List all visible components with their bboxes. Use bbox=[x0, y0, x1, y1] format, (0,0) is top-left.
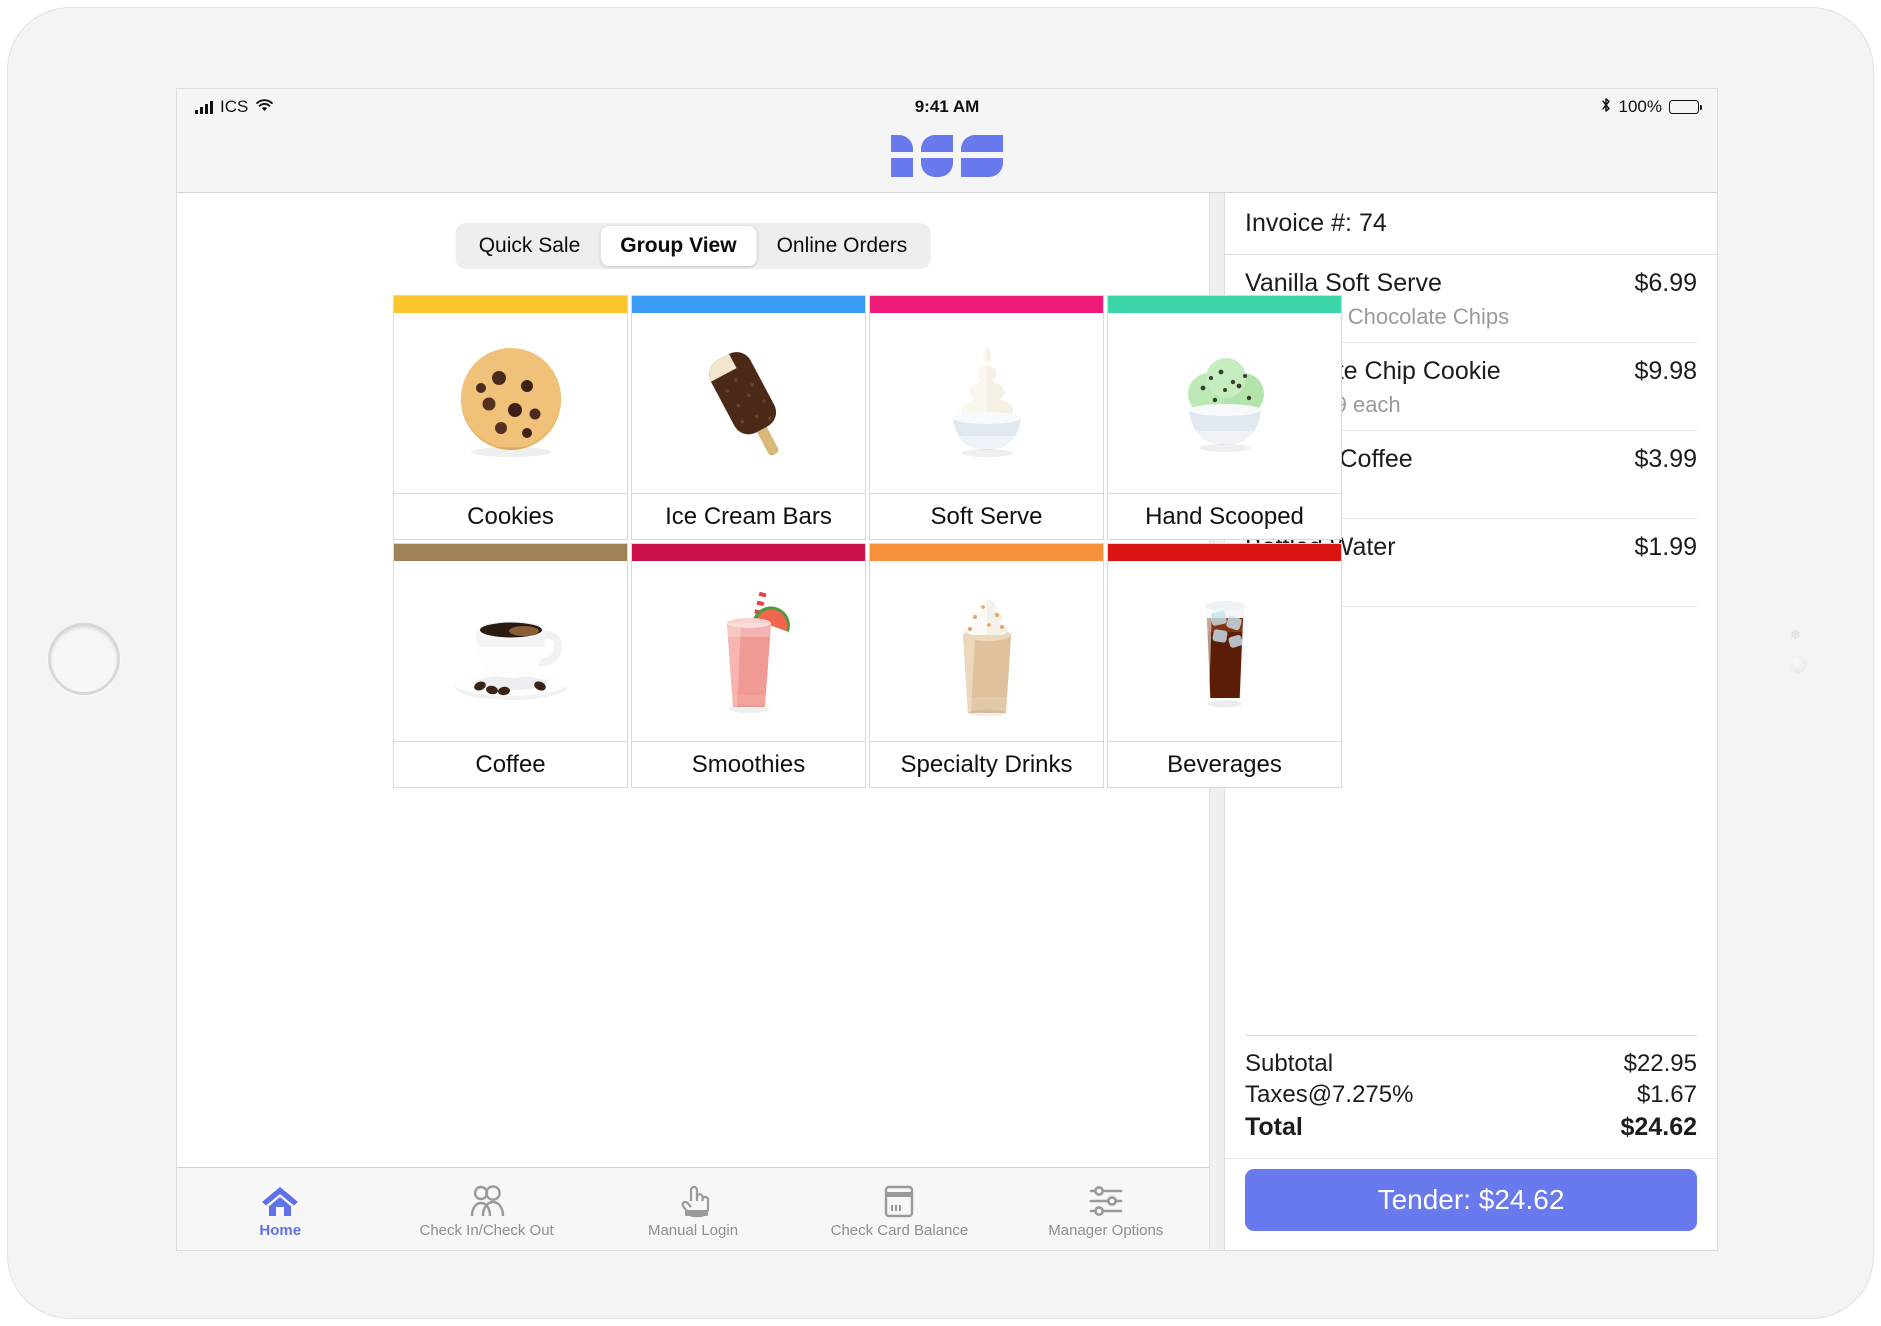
segment-online-orders[interactable]: Online Orders bbox=[757, 226, 928, 266]
tab-check-in-check-out[interactable]: Check In/Check Out bbox=[383, 1168, 589, 1251]
two-people-icon bbox=[467, 1181, 507, 1221]
invoice-item-price: $3.99 bbox=[1634, 445, 1697, 474]
tab-label: Check In/Check Out bbox=[419, 1223, 553, 1238]
category-tile-specialty-drinks[interactable]: Specialty Drinks bbox=[869, 543, 1104, 788]
tender-button-container: Tender: $24.62 bbox=[1225, 1158, 1717, 1251]
tab-label: Manual Login bbox=[648, 1223, 738, 1238]
category-label: Ice Cream Bars bbox=[632, 493, 865, 539]
invoice-item-price: $9.98 bbox=[1634, 357, 1697, 386]
main-body: Quick Sale Group View Online Orders bbox=[177, 193, 1717, 1251]
blended-whipped-drink-icon bbox=[870, 561, 1103, 741]
category-tile-cookies[interactable]: Cookies bbox=[393, 295, 628, 540]
view-mode-segmented-control[interactable]: Quick Sale Group View Online Orders bbox=[456, 223, 931, 269]
segment-quick-sale[interactable]: Quick Sale bbox=[459, 226, 601, 266]
category-tile-hand-scooped[interactable]: Hand Scooped bbox=[1107, 295, 1342, 540]
coffee-cup-saucer-icon bbox=[394, 561, 627, 741]
category-tile-smoothies[interactable]: Smoothies bbox=[631, 543, 866, 788]
front-camera-icon: ❄ bbox=[1789, 628, 1802, 641]
catalog-content: Quick Sale Group View Online Orders bbox=[177, 193, 1209, 1167]
tax-label: Taxes@7.275% bbox=[1245, 1079, 1413, 1111]
category-label: Cookies bbox=[394, 493, 627, 539]
ambient-light-sensor-icon bbox=[1790, 656, 1807, 673]
tab-label: Home bbox=[259, 1223, 301, 1238]
status-bar: ICS 9:41 AM 100% bbox=[177, 89, 1717, 125]
cellular-signal-icon bbox=[195, 101, 213, 114]
status-bar-clock: 9:41 AM bbox=[177, 97, 1717, 117]
category-label: Beverages bbox=[1108, 741, 1341, 787]
tablet-screen: ICS 9:41 AM 100% bbox=[176, 88, 1718, 1251]
carrier-label: ICS bbox=[220, 97, 248, 117]
category-color-bar bbox=[632, 296, 865, 313]
category-color-bar bbox=[632, 544, 865, 561]
subtotal-label: Subtotal bbox=[1245, 1048, 1333, 1080]
invoice-totals: Subtotal $22.95 Taxes@7.275% $1.67 Total… bbox=[1245, 1035, 1697, 1158]
segment-group-view[interactable]: Group View bbox=[600, 226, 756, 266]
tab-manager-options[interactable]: Manager Options bbox=[1003, 1168, 1209, 1251]
vanilla-soft-serve-bowl-icon bbox=[870, 313, 1103, 493]
iced-cola-glass-icon bbox=[1108, 561, 1341, 741]
category-color-bar bbox=[1108, 544, 1341, 561]
tender-button[interactable]: Tender: $24.62 bbox=[1245, 1169, 1697, 1231]
category-color-bar bbox=[394, 544, 627, 561]
app-header bbox=[177, 125, 1717, 193]
category-label: Smoothies bbox=[632, 741, 865, 787]
tablet-frame: ❄ ICS 9:41 AM 100% bbox=[8, 8, 1873, 1318]
tab-label: Check Card Balance bbox=[831, 1223, 969, 1238]
category-label: Coffee bbox=[394, 741, 627, 787]
category-color-bar bbox=[1108, 296, 1341, 313]
chocolate-ice-cream-bar-icon bbox=[632, 313, 865, 493]
invoice-item-price: $6.99 bbox=[1634, 269, 1697, 298]
grand-total-row: Total $24.62 bbox=[1245, 1111, 1697, 1144]
category-tile-ice-cream-bars[interactable]: Ice Cream Bars bbox=[631, 295, 866, 540]
category-tile-beverages[interactable]: Beverages bbox=[1107, 543, 1342, 788]
wifi-icon bbox=[255, 97, 274, 117]
category-color-bar bbox=[394, 296, 627, 313]
category-label: Specialty Drinks bbox=[870, 741, 1103, 787]
pointing-hand-icon bbox=[676, 1181, 710, 1221]
tax-row: Taxes@7.275% $1.67 bbox=[1245, 1079, 1697, 1111]
sliders-icon bbox=[1087, 1181, 1125, 1221]
ics-logo bbox=[891, 135, 1003, 182]
tab-label: Manager Options bbox=[1048, 1223, 1163, 1238]
credit-card-icon bbox=[883, 1181, 915, 1221]
home-icon bbox=[260, 1181, 300, 1221]
tab-manual-login[interactable]: Manual Login bbox=[590, 1168, 796, 1251]
subtotal-value: $22.95 bbox=[1624, 1048, 1697, 1080]
tab-home[interactable]: Home bbox=[177, 1168, 383, 1251]
tax-value: $1.67 bbox=[1637, 1079, 1697, 1111]
catalog-panel: Quick Sale Group View Online Orders bbox=[177, 193, 1210, 1251]
status-bar-right: 100% bbox=[1600, 97, 1699, 118]
status-bar-left: ICS bbox=[195, 97, 274, 117]
invoice-number-header: Invoice #: 74 bbox=[1225, 193, 1717, 255]
bottom-tab-bar: Home Check In/Check Out Manual Login bbox=[177, 1167, 1209, 1251]
battery-percent-label: 100% bbox=[1619, 97, 1662, 117]
category-label: Hand Scooped bbox=[1108, 493, 1341, 539]
category-color-bar bbox=[870, 296, 1103, 313]
total-label: Total bbox=[1245, 1111, 1303, 1144]
mint-chip-scoops-bowl-icon bbox=[1108, 313, 1341, 493]
category-tile-coffee[interactable]: Coffee bbox=[393, 543, 628, 788]
invoice-item-price: $1.99 bbox=[1634, 533, 1697, 562]
tab-check-card-balance[interactable]: Check Card Balance bbox=[796, 1168, 1002, 1251]
battery-full-icon bbox=[1669, 100, 1699, 114]
total-value: $24.62 bbox=[1621, 1111, 1697, 1144]
category-label: Soft Serve bbox=[870, 493, 1103, 539]
strawberry-smoothie-glass-icon bbox=[632, 561, 865, 741]
category-grid: Cookies bbox=[393, 295, 1342, 788]
chocolate-chip-cookie-icon bbox=[394, 313, 627, 493]
hardware-home-button[interactable] bbox=[48, 623, 120, 695]
bluetooth-icon bbox=[1600, 97, 1612, 118]
invoice-item-name: Vanilla Soft Serve bbox=[1245, 269, 1442, 298]
category-tile-soft-serve[interactable]: Soft Serve bbox=[869, 295, 1104, 540]
category-color-bar bbox=[870, 544, 1103, 561]
subtotal-row: Subtotal $22.95 bbox=[1245, 1048, 1697, 1080]
invoice-line-main: Vanilla Soft Serve $6.99 bbox=[1245, 269, 1697, 298]
